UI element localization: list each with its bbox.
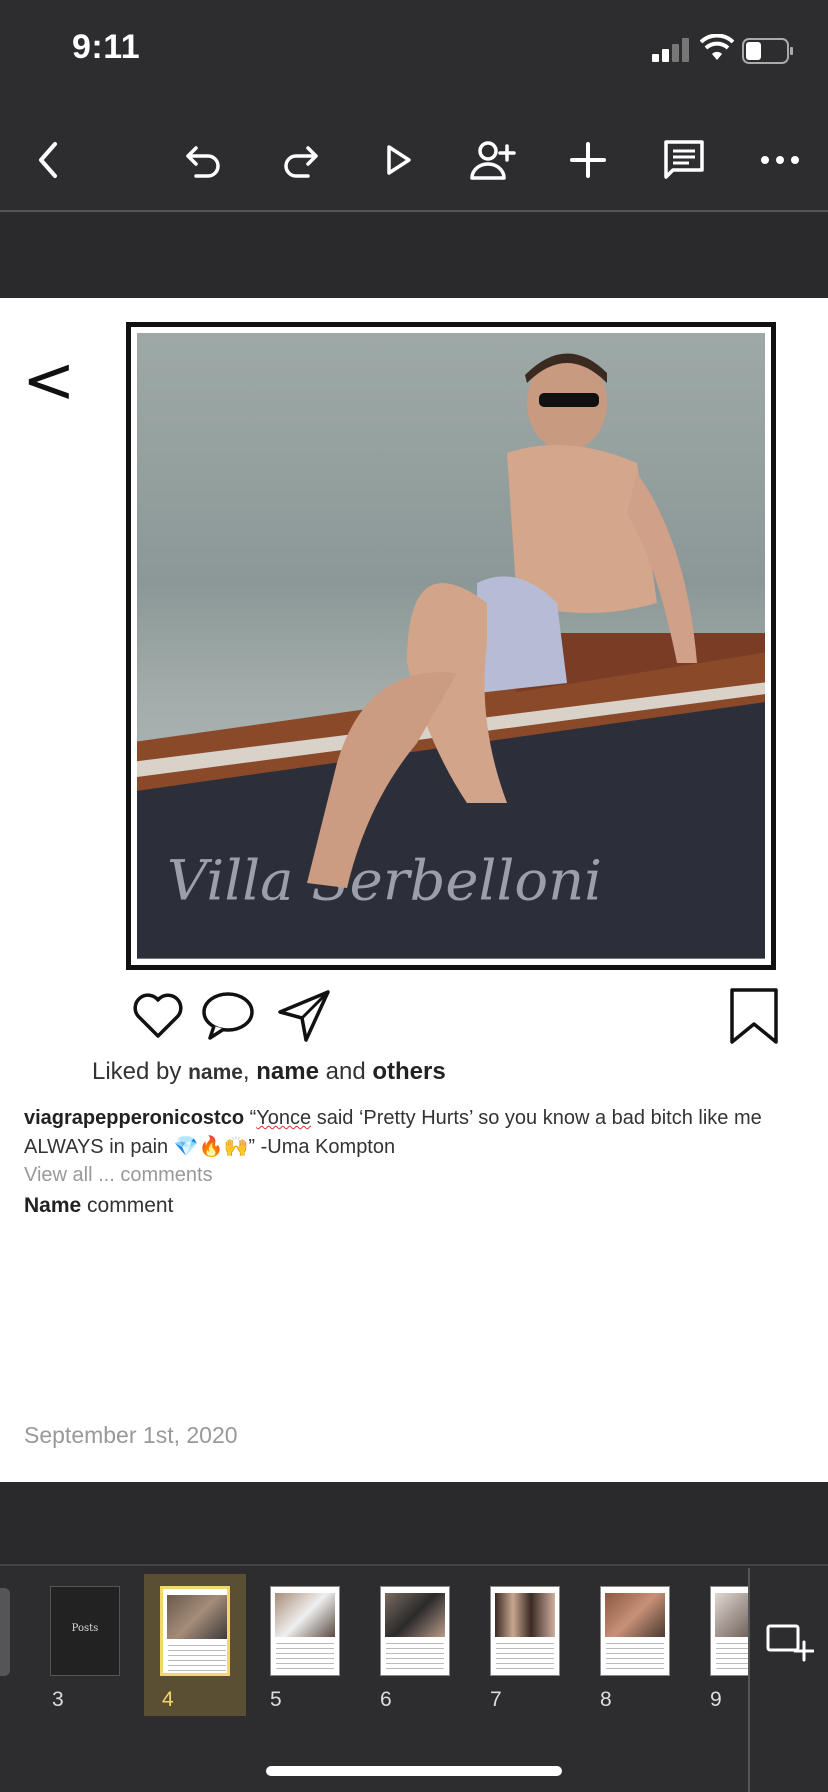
clock: 9:11 xyxy=(72,28,141,66)
home-indicator[interactable] xyxy=(266,1766,562,1776)
slide-thumbnail-strip: Posts 3 4 5 6 7 8 9 xyxy=(0,1568,750,1728)
redo-button[interactable] xyxy=(272,132,328,188)
slide-thumbnail-6[interactable] xyxy=(380,1586,450,1676)
format-bar xyxy=(0,214,828,298)
add-slide-icon[interactable] xyxy=(766,1622,814,1664)
likes-line: Liked by name, name and others xyxy=(92,1058,446,1086)
liked-and: and xyxy=(318,1058,373,1085)
slide-thumbnail-5[interactable] xyxy=(270,1586,340,1676)
status-bar: 9:11 xyxy=(0,0,828,100)
slide-thumbnail-8[interactable] xyxy=(600,1586,670,1676)
bookmark-icon[interactable] xyxy=(726,988,782,1044)
caption-username: viagrapepperonicostco xyxy=(24,1107,245,1129)
back-button[interactable] xyxy=(20,132,76,188)
wifi-icon xyxy=(700,34,734,60)
liker-name-2: name xyxy=(256,1058,319,1085)
play-button[interactable] xyxy=(370,132,426,188)
comment-icon xyxy=(664,140,704,179)
more-icon xyxy=(761,156,799,164)
post-caption: viagrapepperonicostco “Yonce said ‘Prett… xyxy=(24,1104,814,1162)
heart-icon[interactable] xyxy=(130,988,186,1044)
undo-icon xyxy=(186,146,220,178)
slide-thumbnail-3[interactable]: Posts xyxy=(50,1586,120,1676)
battery-icon xyxy=(742,38,793,64)
more-button[interactable] xyxy=(752,132,808,188)
play-icon xyxy=(387,145,411,175)
thumbnail-title: Posts xyxy=(71,1623,99,1634)
slide-number-9: 9 xyxy=(710,1688,722,1711)
comment-bubble-icon[interactable] xyxy=(200,988,256,1044)
commenter-name: Name xyxy=(24,1194,82,1217)
slide-thumbnail-9[interactable] xyxy=(710,1586,750,1676)
person-illustration xyxy=(307,353,697,888)
liked-others: others xyxy=(372,1058,446,1085)
app-root: 9:11 < Villa Serbelloni Liked by name, n… xyxy=(0,0,828,1792)
insert-button[interactable] xyxy=(560,132,616,188)
liked-prefix: Liked by xyxy=(92,1058,189,1085)
slide-number-8: 8 xyxy=(600,1688,612,1711)
slide-number-3: 3 xyxy=(52,1688,64,1711)
strip-divider xyxy=(748,1568,750,1792)
editor-toolbar xyxy=(0,110,828,212)
post-date: September 1st, 2020 xyxy=(24,1422,238,1448)
plus-icon xyxy=(570,142,606,178)
add-person-icon xyxy=(470,141,516,180)
post-photo-frame[interactable]: Villa Serbelloni xyxy=(126,322,776,970)
add-person-button[interactable] xyxy=(464,132,520,188)
cellular-signal-icon xyxy=(652,38,689,62)
bottom-panel xyxy=(0,1482,828,1566)
slide-number-7: 7 xyxy=(490,1688,502,1711)
post-actions xyxy=(130,988,780,1048)
partial-thumbnail[interactable] xyxy=(0,1588,10,1676)
back-icon xyxy=(39,142,57,178)
undo-button[interactable] xyxy=(176,132,232,188)
slide-thumbnail-7[interactable] xyxy=(490,1586,560,1676)
liker-name: name xyxy=(188,1061,243,1084)
comment-line: Name comment xyxy=(24,1194,173,1218)
slide-number-4: 4 xyxy=(162,1688,174,1711)
caption-open-quote: “ xyxy=(244,1107,257,1129)
slide-canvas[interactable]: < Villa Serbelloni Liked by name, name a… xyxy=(0,298,828,1482)
slide-thumbnail-4[interactable] xyxy=(160,1586,230,1676)
caption-spellcheck-word: Yonce xyxy=(256,1107,312,1129)
post-photo: Villa Serbelloni xyxy=(137,333,765,959)
liked-separator: , xyxy=(242,1058,257,1085)
comment-button[interactable] xyxy=(656,132,712,188)
previous-arrow-text: < xyxy=(22,344,76,418)
comment-text: comment xyxy=(81,1194,174,1217)
view-all-comments: View all ... comments xyxy=(24,1164,213,1186)
redo-icon xyxy=(284,146,318,178)
slide-number-6: 6 xyxy=(380,1688,392,1711)
slide-number-5: 5 xyxy=(270,1688,282,1711)
send-icon[interactable] xyxy=(276,988,332,1044)
